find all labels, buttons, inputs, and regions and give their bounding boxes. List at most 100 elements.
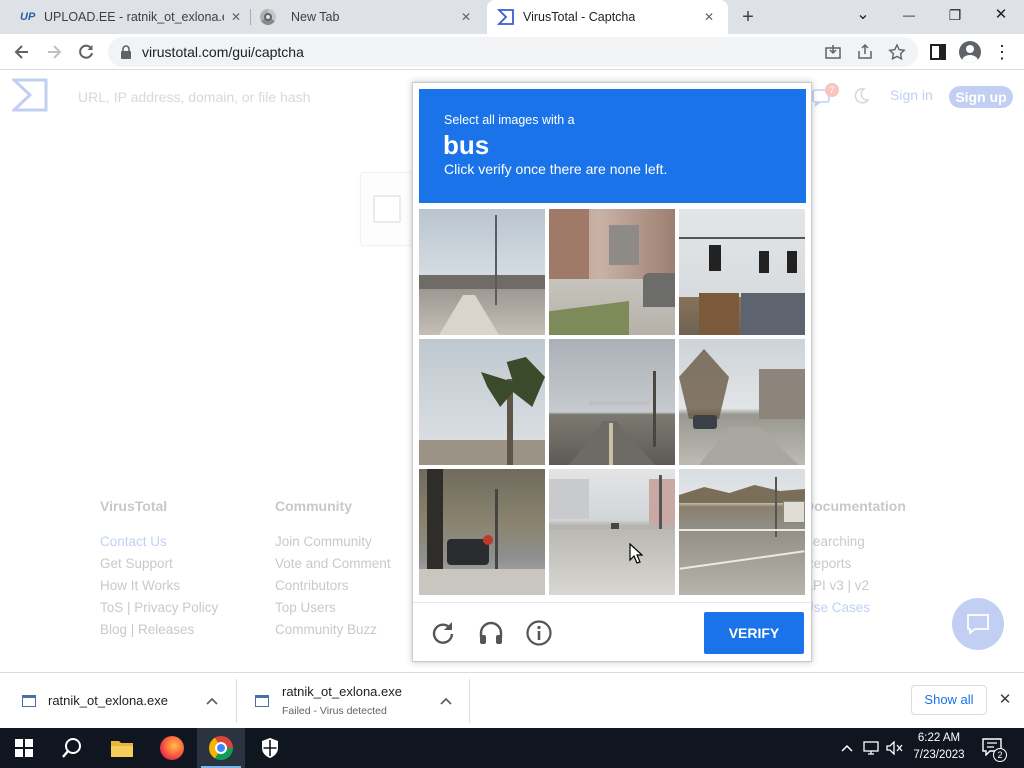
download-shelf: ratnik_ot_exlona.exe ratnik_ot_exlona.ex… — [0, 672, 1024, 728]
tile-traffic-lights[interactable] — [679, 209, 805, 335]
sign-up-button[interactable]: Sign up — [949, 86, 1013, 108]
tab-upload-ee[interactable]: UP UPLOAD.EE - ratnik_ot_exlona.exe ✕ — [12, 0, 247, 34]
executable-file-icon — [22, 695, 36, 707]
footer-link[interactable]: Community Buzz — [275, 619, 391, 641]
footer-link[interactable]: Contributors — [275, 575, 391, 597]
footer-column-community: Community Join Community Vote and Commen… — [275, 498, 391, 641]
address-bar[interactable]: virustotal.com/gui/captcha — [108, 37, 918, 67]
chevron-up-icon[interactable] — [206, 697, 218, 705]
footer-link[interactable]: ToS | Privacy Policy — [100, 597, 218, 619]
tile-intersection-with-truck[interactable] — [679, 469, 805, 595]
more-menu-icon[interactable]: ⋮ — [992, 42, 1012, 62]
download-item-failed[interactable]: ratnik_ot_exlona.exe Failed - Virus dete… — [237, 673, 469, 729]
tile-tree-lined-street[interactable] — [679, 339, 805, 465]
footer-link[interactable]: Use Cases — [804, 597, 906, 619]
virustotal-logo-icon — [497, 9, 514, 25]
search-input[interactable]: URL, IP address, domain, or file hash — [78, 89, 310, 105]
footer-link[interactable]: Top Users — [275, 597, 391, 619]
virustotal-logo-icon[interactable] — [12, 78, 48, 112]
close-shelf-icon[interactable]: ✕ — [996, 691, 1014, 709]
image-grid — [419, 209, 807, 597]
verify-button[interactable]: VERIFY — [704, 612, 804, 654]
file-explorer-icon[interactable] — [98, 728, 146, 768]
footer-link[interactable]: Reports — [804, 553, 906, 575]
tile-urban-road[interactable] — [549, 469, 675, 595]
sign-in-link[interactable]: Sign in — [890, 87, 933, 103]
chat-icon — [967, 614, 989, 635]
tab-title: New Tab — [291, 10, 340, 24]
instruction-text: Select all images with a — [444, 113, 575, 127]
notification-count-badge: 2 — [993, 748, 1007, 762]
clock-time[interactable]: 6:22 AM — [906, 732, 972, 744]
challenge-header: Select all images with a bus Click verif… — [419, 89, 806, 203]
recaptcha-challenge-dialog: Select all images with a bus Click verif… — [412, 82, 812, 662]
info-icon[interactable] — [525, 619, 553, 647]
windows-taskbar: 6:22 AM 7/23/2023 2 — [0, 728, 1024, 768]
chat-button[interactable] — [952, 598, 1004, 650]
tile-palm-tree[interactable] — [419, 339, 545, 465]
tile-road-with-billboard[interactable] — [549, 339, 675, 465]
close-tab-icon[interactable]: ✕ — [229, 10, 243, 24]
install-app-icon[interactable] — [824, 43, 842, 61]
footer-link[interactable]: API v3 | v2 — [804, 575, 906, 597]
tab-new-tab[interactable]: New Tab ✕ — [252, 0, 485, 34]
chrome-icon[interactable] — [197, 728, 245, 768]
footer-link[interactable]: Blog | Releases — [100, 619, 218, 641]
minimize-button[interactable]: — — [886, 0, 932, 30]
back-icon[interactable] — [12, 42, 32, 62]
executable-file-icon — [255, 695, 269, 707]
footer-link[interactable]: Vote and Comment — [275, 553, 391, 575]
chrome-icon — [260, 9, 276, 25]
recaptcha-checkbox[interactable] — [373, 195, 401, 223]
instruction-subtext: Click verify once there are none left. — [444, 161, 668, 177]
upload-ee-logo-icon: UP — [20, 11, 36, 23]
share-icon[interactable] — [856, 43, 874, 61]
footer-link[interactable]: Contact Us — [100, 531, 218, 553]
profile-avatar[interactable] — [959, 41, 981, 63]
close-tab-icon[interactable]: ✕ — [459, 10, 473, 24]
download-filename: ratnik_ot_exlona.exe — [282, 684, 402, 699]
footer-link[interactable]: Get Support — [100, 553, 218, 575]
lock-icon[interactable] — [120, 45, 132, 59]
footer-divider — [413, 602, 811, 603]
footer-heading: Documentation — [804, 498, 906, 514]
moon-icon[interactable] — [851, 86, 871, 106]
audio-challenge-icon[interactable] — [477, 619, 505, 647]
footer-link[interactable]: Join Community — [275, 531, 391, 553]
tile-city-street-corner[interactable] — [419, 469, 545, 595]
reload-challenge-icon[interactable] — [429, 619, 457, 647]
tile-building-and-parked-car[interactable] — [549, 209, 675, 335]
tab-search-icon[interactable]: ⌄ — [840, 0, 886, 30]
network-icon[interactable] — [863, 741, 879, 755]
chevron-up-icon[interactable] — [440, 697, 452, 705]
notification-badge: 7 — [825, 83, 839, 97]
firefox-icon[interactable] — [148, 728, 196, 768]
footer-link[interactable]: How It Works — [100, 575, 218, 597]
browser-toolbar: virustotal.com/gui/captcha ⋮ — [0, 34, 1024, 70]
windows-security-icon[interactable] — [246, 728, 294, 768]
reload-icon[interactable] — [76, 42, 96, 62]
forward-icon[interactable] — [44, 42, 64, 62]
download-filename: ratnik_ot_exlona.exe — [48, 693, 168, 708]
search-icon[interactable] — [48, 728, 96, 768]
download-item[interactable]: ratnik_ot_exlona.exe — [0, 673, 236, 729]
start-icon[interactable] — [0, 728, 48, 768]
footer-column-documentation: Documentation Searching Reports API v3 |… — [804, 498, 906, 619]
tab-strip: UP UPLOAD.EE - ratnik_ot_exlona.exe ✕ Ne… — [0, 0, 1024, 34]
new-tab-button[interactable]: + — [736, 5, 760, 29]
bookmark-star-icon[interactable] — [888, 43, 906, 61]
show-hidden-icons-icon[interactable] — [841, 744, 853, 752]
close-tab-icon[interactable]: ✕ — [702, 10, 716, 24]
footer-link[interactable]: Searching — [804, 531, 906, 553]
restore-button[interactable]: ❐ — [932, 0, 978, 30]
side-panel-icon[interactable] — [928, 42, 948, 62]
tab-title: UPLOAD.EE - ratnik_ot_exlona.exe — [44, 10, 224, 24]
tab-virustotal-captcha[interactable]: VirusTotal - Captcha ✕ — [487, 0, 728, 34]
clock-date[interactable]: 7/23/2023 — [906, 749, 972, 761]
close-window-button[interactable]: ✕ — [978, 0, 1024, 30]
tab-title: VirusTotal - Captcha — [523, 10, 636, 24]
show-all-downloads-button[interactable]: Show all — [911, 685, 987, 715]
tile-highway-overpass[interactable] — [419, 209, 545, 335]
volume-muted-icon[interactable] — [886, 741, 904, 755]
url-text[interactable]: virustotal.com/gui/captcha — [142, 44, 304, 60]
